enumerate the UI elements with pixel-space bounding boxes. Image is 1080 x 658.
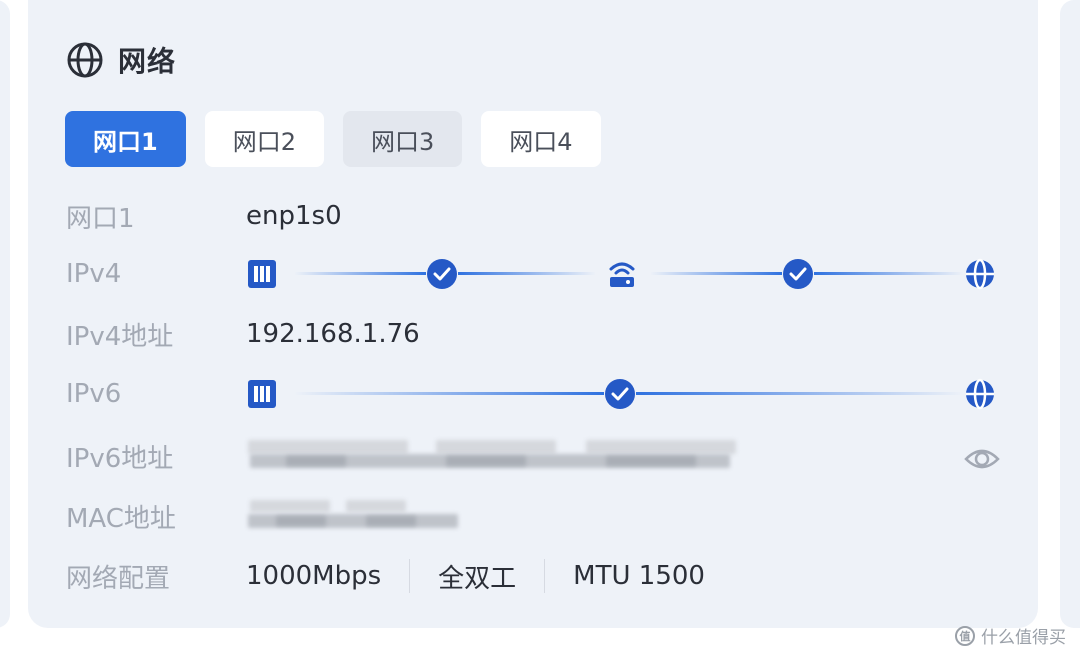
divider: [544, 559, 546, 593]
ipv4-row: IPv4: [66, 254, 246, 294]
watermark-text: 什么值得买: [981, 628, 1066, 648]
internet-icon: [964, 378, 996, 410]
ipv6-label: IPv6: [66, 379, 122, 409]
adjacent-card-right: [1060, 0, 1080, 628]
ipv6-link-line: [294, 392, 604, 395]
tab-port-1[interactable]: 网口1: [65, 111, 186, 167]
ipv4-label: IPv4: [66, 259, 122, 289]
card-header: 网络: [66, 40, 176, 80]
network-config-row: 网络配置 1000Mbps 全双工 MTU 1500: [66, 556, 705, 596]
port-tabs: 网口1 网口2 网口3 网口4: [65, 111, 620, 167]
port-row: 网口1 enp1s0: [66, 196, 342, 236]
mac-address-row: MAC地址: [66, 496, 246, 536]
port-label: 网口1: [66, 203, 135, 234]
tab-port-3[interactable]: 网口3: [342, 111, 463, 167]
divider: [409, 559, 411, 593]
link-speed: 1000Mbps: [246, 561, 382, 591]
router-icon: [606, 258, 638, 290]
ipv4-link-line: [458, 272, 596, 275]
device-icon: [246, 378, 278, 410]
ipv6-check-icon: [604, 378, 636, 410]
ipv4-link-line: [814, 272, 964, 275]
watermark: 值 什么值得买: [955, 623, 1066, 648]
tab-port-4[interactable]: 网口4: [481, 111, 601, 167]
mtu-value: MTU 1500: [573, 561, 705, 591]
ipv4-status-chain: [246, 254, 1000, 294]
globe-icon: [66, 41, 104, 79]
ipv6-address-redacted: [246, 436, 746, 476]
ipv6-row: IPv6: [66, 374, 246, 414]
ipv6-status-chain: [246, 374, 1000, 414]
network-config-label: 网络配置: [66, 563, 171, 594]
adjacent-card-left: [0, 0, 10, 628]
ipv4-address-label: IPv4地址: [66, 321, 174, 352]
ipv6-link-line: [636, 392, 964, 395]
port-value: enp1s0: [246, 201, 342, 231]
ipv4-check-icon: [426, 258, 458, 290]
ipv4-check-icon: [782, 258, 814, 290]
mac-address-label: MAC地址: [66, 503, 176, 534]
ipv4-link-line: [650, 272, 782, 275]
watermark-logo-icon: 值: [955, 625, 975, 646]
internet-icon: [964, 258, 996, 290]
ipv4-address-row: IPv4地址 192.168.1.76: [66, 314, 420, 354]
ipv4-address-value: 192.168.1.76: [246, 319, 420, 349]
card-title: 网络: [118, 45, 177, 78]
device-icon: [246, 258, 278, 290]
mac-address-redacted: [246, 496, 466, 536]
ipv6-address-row: IPv6地址: [66, 436, 246, 476]
ipv4-link-line: [294, 272, 426, 275]
eye-icon[interactable]: [964, 444, 1000, 474]
network-card: 网络 网口1 网口2 网口3 网口4 网口1 enp1s0 IPv4 IPv4地…: [28, 0, 1038, 628]
ipv6-address-label: IPv6地址: [66, 443, 174, 474]
duplex-mode: 全双工: [438, 563, 517, 594]
tab-port-2[interactable]: 网口2: [204, 111, 324, 167]
